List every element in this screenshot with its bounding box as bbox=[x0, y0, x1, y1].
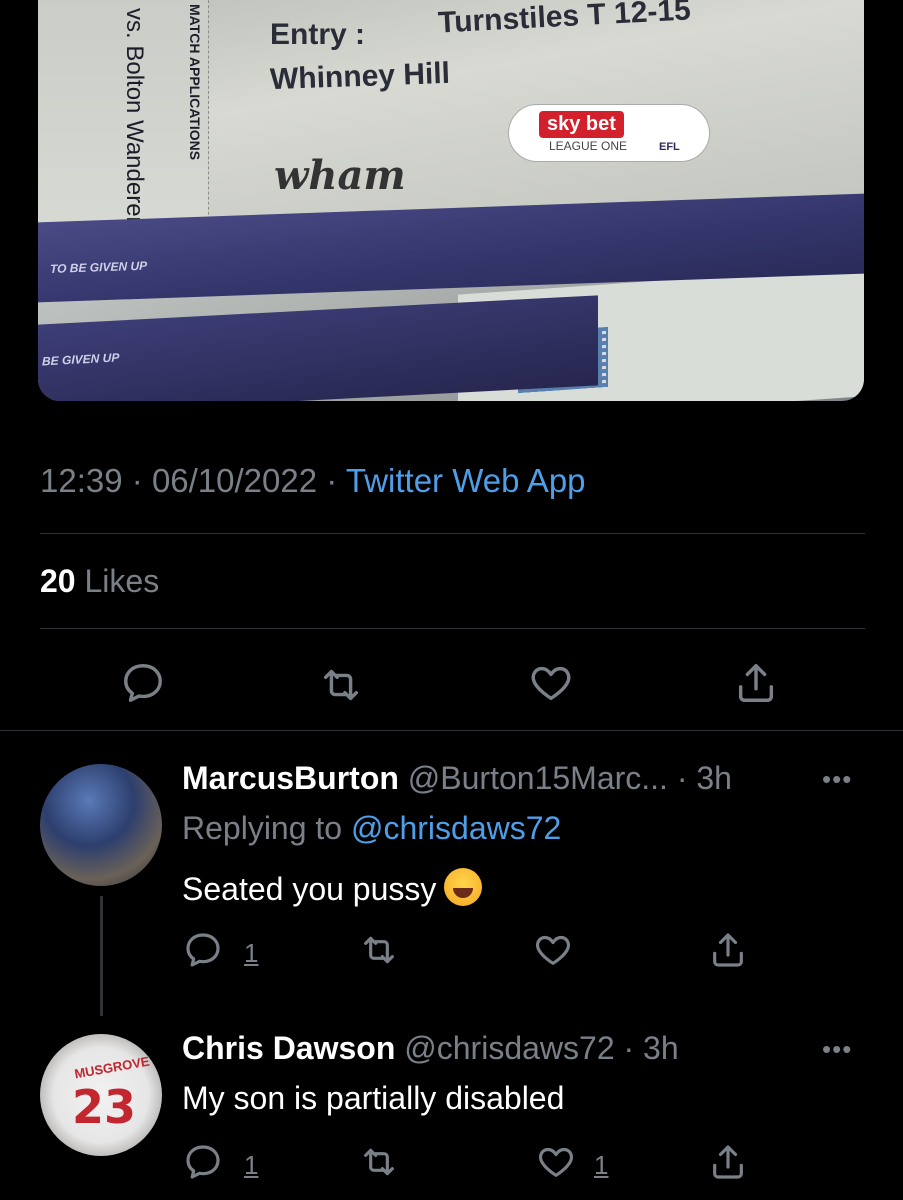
thread-connector-line bbox=[100, 896, 103, 1016]
divider bbox=[40, 533, 865, 534]
more-options-icon[interactable]: ••• bbox=[822, 1034, 852, 1065]
more-options-icon[interactable]: ••• bbox=[822, 764, 852, 795]
tweet-media-image[interactable]: vs. Bolton Wanderers MATCH APPLICATIONS … bbox=[38, 0, 864, 401]
ticket-sponsor-logo: wham bbox=[274, 152, 406, 199]
reply-time: 3h bbox=[643, 1030, 679, 1066]
likes-summary[interactable]: 20 Likes bbox=[40, 563, 159, 600]
tweet-timestamp: 12:39 · 06/10/2022 · Twitter Web App bbox=[40, 462, 586, 500]
reply-text-content: Seated you pussy bbox=[182, 871, 437, 907]
sky-bet-text: sky bet bbox=[539, 111, 624, 138]
retweet-icon[interactable] bbox=[358, 1142, 400, 1182]
ticket-entry-label: Entry : bbox=[270, 18, 366, 51]
sky-bet-league-one-logo: sky bet LEAGUE ONE EFL bbox=[508, 104, 710, 162]
separator: · bbox=[131, 462, 143, 499]
divider bbox=[0, 730, 903, 731]
reply-time: 3h bbox=[696, 760, 732, 796]
avatar-shirt-name: MUSGROVE bbox=[73, 1053, 151, 1082]
tweet-date: 06/10/2022 bbox=[151, 462, 318, 499]
share-icon[interactable] bbox=[733, 660, 779, 706]
reply-author-handle[interactable]: @chrisdaws72 bbox=[404, 1030, 614, 1066]
ticket-stub-text: TO BE GIVEN UP bbox=[50, 258, 148, 277]
replying-to-link[interactable]: @chrisdaws72 bbox=[351, 810, 561, 846]
divider bbox=[40, 628, 865, 629]
ticket-opponent: vs. Bolton Wanderers bbox=[121, 8, 148, 237]
ticket-turnstiles: Turnstiles T 12-15 bbox=[437, 0, 692, 40]
tweet-time: 12:39 bbox=[40, 462, 123, 499]
share-icon[interactable] bbox=[707, 1142, 749, 1182]
reply-text: My son is partially disabled bbox=[182, 1080, 565, 1116]
replying-to-label: Replying to bbox=[182, 810, 343, 846]
replying-to-line: Replying to @chrisdaws72 bbox=[182, 810, 561, 847]
efl-text: EFL bbox=[659, 141, 680, 153]
like-count: 1 bbox=[594, 1150, 609, 1180]
league-one-text: LEAGUE ONE bbox=[549, 139, 628, 153]
ticket-stub-text-2: BE GIVEN UP bbox=[42, 350, 120, 369]
reply-header: MarcusBurton @Burton15Marc... · 3h bbox=[182, 760, 732, 796]
separator: · bbox=[326, 462, 338, 499]
likes-label: Likes bbox=[84, 563, 160, 599]
avatar[interactable]: MUSGROVE 23 bbox=[40, 1034, 162, 1156]
reply-icon[interactable] bbox=[120, 660, 166, 706]
ticket-stand: Whinney Hill bbox=[269, 56, 451, 97]
reply-count: 1 bbox=[244, 1150, 259, 1180]
avatar[interactable] bbox=[40, 764, 162, 886]
like-heart-icon[interactable] bbox=[532, 930, 574, 970]
reply-icon[interactable] bbox=[183, 930, 223, 970]
ticket-purple-band-2: BE GIVEN UP bbox=[38, 295, 598, 401]
share-icon[interactable] bbox=[707, 930, 749, 970]
like-heart-icon[interactable] bbox=[527, 660, 575, 706]
tweet-action-bar bbox=[0, 660, 903, 710]
ticket-match-applications: MATCH APPLICATIONS bbox=[187, 4, 203, 161]
tweet-source-link[interactable]: Twitter Web App bbox=[346, 462, 586, 499]
tears-of-joy-emoji-icon bbox=[444, 868, 483, 906]
reply-text: Seated you pussy bbox=[182, 868, 483, 908]
retweet-icon[interactable] bbox=[318, 662, 364, 708]
like-heart-icon[interactable] bbox=[535, 1142, 577, 1182]
reply-author-name[interactable]: MarcusBurton bbox=[182, 760, 399, 796]
likes-count: 20 bbox=[40, 563, 76, 599]
ticket-stub: vs. Bolton Wanderers MATCH APPLICATIONS bbox=[38, 0, 209, 250]
reply-author-handle[interactable]: @Burton15Marc... bbox=[408, 760, 668, 796]
avatar-shirt-number: 23 bbox=[72, 1080, 137, 1134]
reply-count: 1 bbox=[244, 938, 259, 968]
reply-icon[interactable] bbox=[183, 1142, 223, 1182]
retweet-icon[interactable] bbox=[358, 930, 400, 970]
reply-header: Chris Dawson @chrisdaws72 · 3h bbox=[182, 1030, 679, 1066]
reply-author-name[interactable]: Chris Dawson bbox=[182, 1030, 395, 1066]
